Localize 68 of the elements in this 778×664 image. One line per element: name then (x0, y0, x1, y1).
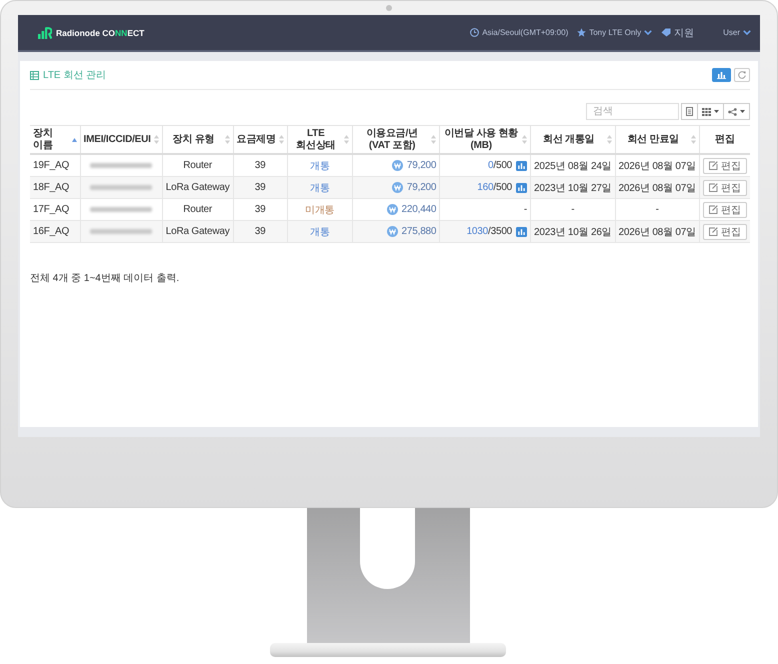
column-header[interactable]: 이용요금/년(VAT 포함) (352, 126, 440, 154)
table-cell: 2023년 10월 26일 (530, 220, 615, 242)
column-header[interactable]: 요금제명 (233, 126, 288, 154)
columns-icon (702, 108, 711, 116)
usage-value: 1030/3500 (466, 226, 512, 237)
timezone-menu[interactable]: Asia/Seoul(GMT+09:00) (470, 28, 568, 37)
table-cell: 39 (233, 220, 288, 242)
bar-chart-icon[interactable] (516, 160, 528, 170)
webcam-icon (386, 5, 392, 11)
tag-icon (661, 28, 672, 37)
user-menu[interactable]: User (723, 28, 751, 37)
column-header[interactable]: 장치 이름 (30, 126, 80, 154)
won-coin-icon (392, 160, 403, 171)
refresh-button[interactable] (734, 68, 750, 82)
share-icon (728, 108, 737, 116)
column-header: 편집 (699, 126, 750, 154)
document-icon (686, 107, 693, 116)
column-header[interactable]: 장치 유형 (162, 126, 233, 154)
column-header[interactable]: IMEI/ICCID/EUI (80, 126, 162, 154)
share-button[interactable] (723, 103, 750, 120)
edit-icon (708, 227, 718, 236)
column-header[interactable]: 회선 만료일 (615, 126, 700, 154)
fee-amount: 79,200 (406, 160, 436, 171)
table-cell: LoRa Gateway (162, 220, 233, 242)
chart-button[interactable] (712, 68, 731, 82)
table-cell: 2026년 08월 07일 (615, 176, 700, 198)
edit-icon (708, 205, 718, 214)
edit-icon (708, 161, 718, 170)
panel-title: LTE 회선 관리 (43, 69, 106, 82)
won-coin-icon (392, 182, 403, 193)
table-cell: 39 (233, 176, 288, 198)
table-cell: LoRa Gateway (162, 176, 233, 198)
support-link[interactable]: 지원 (661, 26, 694, 40)
table-cell: 16F_AQ (30, 220, 80, 242)
fee-amount: 275,880 (402, 226, 436, 237)
edit-button[interactable]: 편집 (702, 180, 747, 196)
edit-icon (708, 183, 718, 192)
fee-amount: 220,440 (402, 204, 436, 215)
table-cell: 18F_AQ (30, 176, 80, 198)
brand-name: Radionode CONNECT (56, 28, 144, 38)
won-coin-icon (386, 226, 398, 237)
edit-button[interactable]: 편집 (702, 158, 747, 174)
edit-button[interactable]: 편집 (702, 224, 747, 240)
line-status: 개통 (287, 220, 352, 242)
bar-chart-icon (717, 72, 726, 78)
bar-chart-icon[interactable] (516, 182, 528, 192)
clock-icon (470, 28, 480, 37)
table-summary: 전체 4개 중 1~4번째 데이터 출력. (30, 272, 180, 285)
line-status: 개통 (287, 176, 352, 198)
star-icon (577, 28, 586, 37)
table-cell: 2026년 08월 07일 (615, 220, 700, 242)
bar-chart-icon[interactable] (516, 226, 528, 236)
column-header[interactable]: LTE 회선상태 (287, 126, 352, 154)
table-cell: 2023년 10월 27일 (530, 176, 615, 198)
project-menu[interactable]: Tony LTE Only (577, 28, 652, 37)
logo-icon (38, 26, 52, 38)
grid-icon (30, 70, 39, 80)
edit-button[interactable]: 편집 (702, 202, 747, 218)
print-button[interactable] (681, 103, 698, 120)
refresh-icon (738, 71, 746, 79)
search-field[interactable]: 검색 (586, 103, 679, 120)
fee-amount: 79,200 (406, 182, 436, 193)
usage-value: 160/500 (477, 182, 512, 193)
won-coin-icon (386, 204, 398, 215)
columns-button[interactable] (697, 103, 724, 120)
column-header[interactable]: 이번달 사용 현황(MB) (440, 126, 531, 154)
column-header[interactable]: 회선 개통일 (530, 126, 615, 154)
usage-value: 0/500 (488, 160, 512, 171)
